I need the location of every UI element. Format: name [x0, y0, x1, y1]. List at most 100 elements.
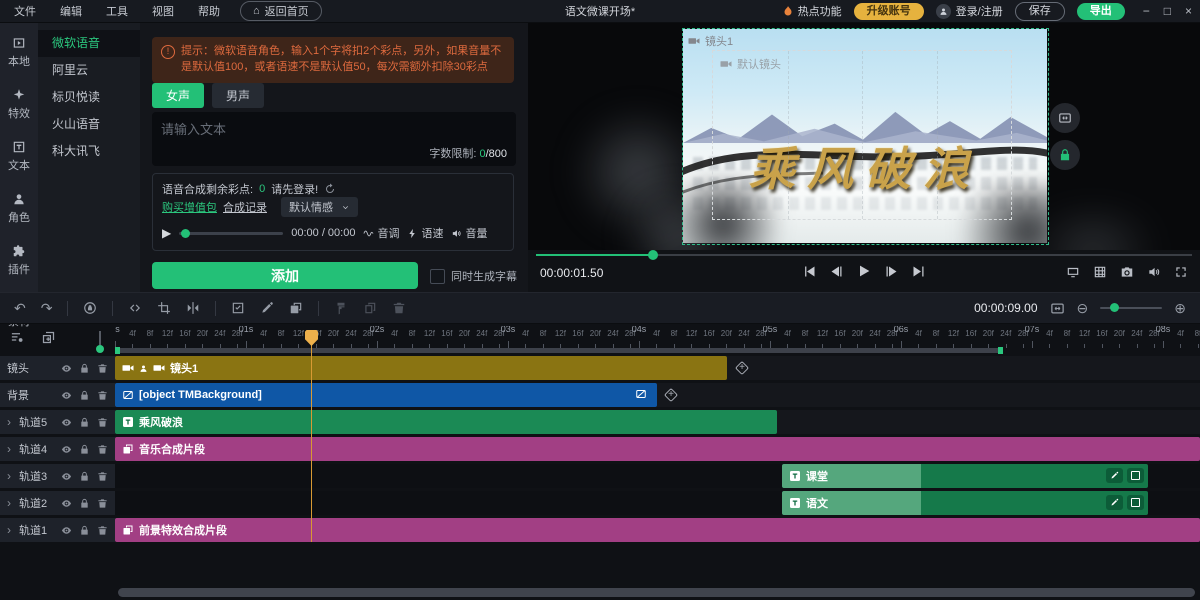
crop-button[interactable]	[157, 301, 171, 315]
chevron-right-icon[interactable]: ›	[7, 523, 15, 537]
horizontal-scrollbar[interactable]	[118, 588, 1195, 597]
lock-icon[interactable]	[79, 363, 90, 374]
lock-icon[interactable]	[79, 417, 90, 428]
slider-knob[interactable]	[181, 229, 190, 238]
undo-button[interactable]: ↶	[14, 300, 26, 317]
track-header-1[interactable]: › 轨道1	[0, 518, 115, 542]
clip-background[interactable]: [object TMBackground]	[115, 383, 657, 407]
save-button[interactable]: 保存	[1015, 2, 1065, 21]
lock-icon[interactable]	[79, 525, 90, 536]
add-keyframe-button[interactable]: +	[664, 388, 678, 402]
delete-track-icon[interactable]	[97, 525, 108, 536]
add-voice-button[interactable]: 添加	[152, 262, 418, 289]
checkbox-icon[interactable]	[430, 269, 445, 284]
visibility-icon[interactable]	[61, 444, 72, 455]
tab-female-voice[interactable]: 女声	[152, 83, 204, 108]
lock-icon[interactable]	[79, 471, 90, 482]
rail-item-local[interactable]: 本地	[8, 36, 30, 69]
rail-item-effects[interactable]: 特效	[8, 88, 30, 121]
visibility-icon[interactable]	[61, 471, 72, 482]
lock-element-button[interactable]	[83, 301, 97, 315]
clip-shot1[interactable]: 镜头1	[115, 356, 727, 380]
zoom-out-button[interactable]: ⊖	[1077, 300, 1089, 317]
preview-play-button[interactable]: ▶	[162, 226, 171, 240]
edit-button[interactable]	[260, 301, 274, 315]
delete-track-icon[interactable]	[97, 417, 108, 428]
rail-item-plugin[interactable]: 插件	[8, 244, 30, 277]
mute-button[interactable]	[1147, 265, 1161, 279]
preview-progress-bar[interactable]	[536, 254, 1192, 256]
split-button[interactable]	[128, 301, 142, 315]
delete-button[interactable]	[392, 301, 406, 315]
add-keyframe-button[interactable]: +	[735, 361, 749, 375]
buy-credits-link[interactable]: 购买增值包	[162, 199, 217, 215]
track-manager-icon[interactable]	[10, 330, 25, 345]
work-area-end-handle[interactable]	[998, 347, 1003, 354]
menu-tools[interactable]: 工具	[106, 3, 128, 19]
chevron-right-icon[interactable]: ›	[7, 496, 15, 510]
back-home-button[interactable]: ⌂ 返回首页	[240, 1, 322, 21]
rail-item-text[interactable]: 文本	[8, 140, 30, 173]
grid-button[interactable]	[1093, 265, 1107, 279]
chevron-right-icon[interactable]: ›	[7, 442, 15, 456]
clip-stop-button[interactable]	[1127, 495, 1144, 510]
audio-progress-slider[interactable]	[179, 232, 283, 235]
track-header-4[interactable]: › 轨道4	[0, 437, 115, 461]
skip-to-end-button[interactable]	[911, 264, 926, 279]
login-button[interactable]: 登录/注册	[936, 3, 1003, 19]
tab-male-voice[interactable]: 男声	[212, 83, 264, 108]
generate-subtitle-checkbox[interactable]: 同时生成字幕	[430, 268, 517, 284]
play-button[interactable]	[856, 263, 872, 279]
volume-control[interactable]: 音量	[451, 225, 487, 241]
clip-stop-button[interactable]	[1127, 468, 1144, 483]
clip-edit-button[interactable]	[1106, 468, 1123, 483]
zoom-in-button[interactable]: ⊕	[1174, 300, 1186, 317]
lock-button[interactable]	[1050, 140, 1080, 170]
synthesis-records-link[interactable]: 合成记录	[223, 199, 267, 215]
emotion-select[interactable]: 默认情感	[281, 197, 358, 217]
visibility-icon[interactable]	[61, 363, 72, 374]
chevron-right-icon[interactable]: ›	[7, 469, 15, 483]
display-mode-button[interactable]	[1066, 265, 1080, 279]
snapshot-button[interactable]	[1120, 265, 1134, 279]
previous-frame-button[interactable]	[829, 264, 844, 279]
speed-control[interactable]: 语速	[407, 225, 443, 241]
track-header-2[interactable]: › 轨道2	[0, 491, 115, 515]
lock-icon[interactable]	[79, 390, 90, 401]
video-canvas[interactable]: 乘风破浪 默认镜头	[683, 29, 1047, 243]
clip-foreground-composite[interactable]: 前景特效合成片段	[115, 518, 1200, 542]
clip-title-text[interactable]: 乘风破浪	[115, 410, 777, 434]
visibility-icon[interactable]	[61, 417, 72, 428]
layers-button[interactable]	[289, 301, 303, 315]
delete-track-icon[interactable]	[97, 363, 108, 374]
tts-text-input[interactable]	[152, 112, 516, 146]
lock-icon[interactable]	[79, 498, 90, 509]
format-brush-button[interactable]	[334, 301, 348, 315]
voice-source-microsoft[interactable]: 微软语音	[38, 30, 140, 57]
close-button[interactable]: ×	[1185, 4, 1192, 18]
chevron-right-icon[interactable]: ›	[7, 415, 15, 429]
clip-text-yuwen[interactable]: 语文	[782, 491, 1148, 515]
minimize-button[interactable]: −	[1143, 4, 1150, 18]
timeline-ruler[interactable]: 0s4f8f12f16f20f24f28f01s4f8f12f16f20f24f…	[115, 326, 1200, 350]
upgrade-account-button[interactable]: 升级账号	[854, 3, 924, 20]
delete-track-icon[interactable]	[97, 471, 108, 482]
copy-button[interactable]	[363, 301, 377, 315]
menu-edit[interactable]: 编辑	[60, 3, 82, 19]
fit-frame-button[interactable]	[1050, 103, 1080, 133]
track-header-background[interactable]: 背景	[0, 383, 115, 407]
pitch-control[interactable]: 音调	[363, 225, 399, 241]
default-camera-frame[interactable]: 默认镜头	[712, 50, 1012, 220]
visibility-icon[interactable]	[61, 390, 72, 401]
work-area-start-handle[interactable]	[115, 347, 120, 354]
header-resize-handle[interactable]	[99, 331, 101, 346]
track-header-camera[interactable]: 镜头	[0, 356, 115, 380]
clip-music-composite[interactable]: 音乐合成片段	[115, 437, 1200, 461]
voice-source-aliyun[interactable]: 阿里云	[38, 57, 140, 84]
fit-timeline-button[interactable]	[1050, 301, 1065, 316]
clip-edit-button[interactable]	[1106, 495, 1123, 510]
visibility-icon[interactable]	[61, 525, 72, 536]
redo-button[interactable]: ↷	[41, 300, 53, 317]
menu-file[interactable]: 文件	[14, 3, 36, 19]
timeline-zoom-slider[interactable]	[1100, 307, 1162, 309]
